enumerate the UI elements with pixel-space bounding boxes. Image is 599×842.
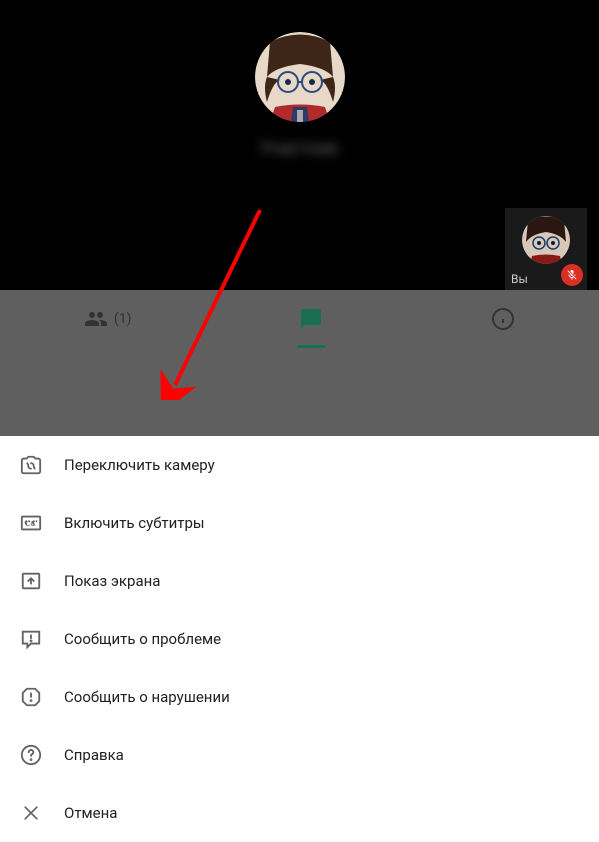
participant-name: Участник (260, 138, 339, 159)
video-call-area: Участник Вы (0, 0, 599, 290)
chat-icon (299, 307, 323, 331)
menu-cancel[interactable]: Отмена (0, 784, 599, 842)
overlay-backdrop[interactable] (0, 348, 599, 436)
captions-icon: CC (20, 512, 42, 534)
participant-avatar (255, 32, 345, 122)
present-screen-icon (20, 570, 42, 592)
info-icon (491, 307, 515, 331)
self-video-thumbnail[interactable]: Вы (505, 208, 587, 290)
menu-label: Включить субтитры (64, 514, 205, 532)
menu-enable-captions[interactable]: CC Включить субтитры (0, 494, 599, 552)
people-icon (84, 307, 108, 331)
menu-label: Отмена (64, 804, 117, 822)
menu-label: Сообщить о нарушении (64, 688, 230, 706)
menu-label: Переключить камеру (64, 456, 215, 474)
tab-bar: (1) (0, 290, 599, 348)
tab-chat[interactable] (269, 290, 353, 348)
help-icon (20, 744, 42, 766)
tab-people[interactable]: (1) (54, 290, 162, 348)
close-icon (20, 802, 42, 824)
tab-info[interactable] (461, 290, 545, 348)
menu-label: Сообщить о проблеме (64, 630, 221, 648)
menu-help[interactable]: Справка (0, 726, 599, 784)
report-problem-icon (20, 628, 42, 650)
people-count: (1) (114, 311, 132, 327)
menu-label: Справка (64, 746, 124, 764)
menu-report-abuse[interactable]: Сообщить о нарушении (0, 668, 599, 726)
menu-switch-camera[interactable]: Переключить камеру (0, 436, 599, 494)
bottom-sheet-menu: Переключить камеру CC Включить субтитры … (0, 436, 599, 842)
menu-report-problem[interactable]: Сообщить о проблеме (0, 610, 599, 668)
mic-muted-icon (561, 264, 583, 286)
svg-text:CC: CC (25, 519, 36, 528)
menu-present-screen[interactable]: Показ экрана (0, 552, 599, 610)
menu-label: Показ экрана (64, 572, 160, 590)
report-abuse-icon (20, 686, 42, 708)
switch-camera-icon (20, 454, 42, 476)
self-avatar (522, 216, 570, 264)
